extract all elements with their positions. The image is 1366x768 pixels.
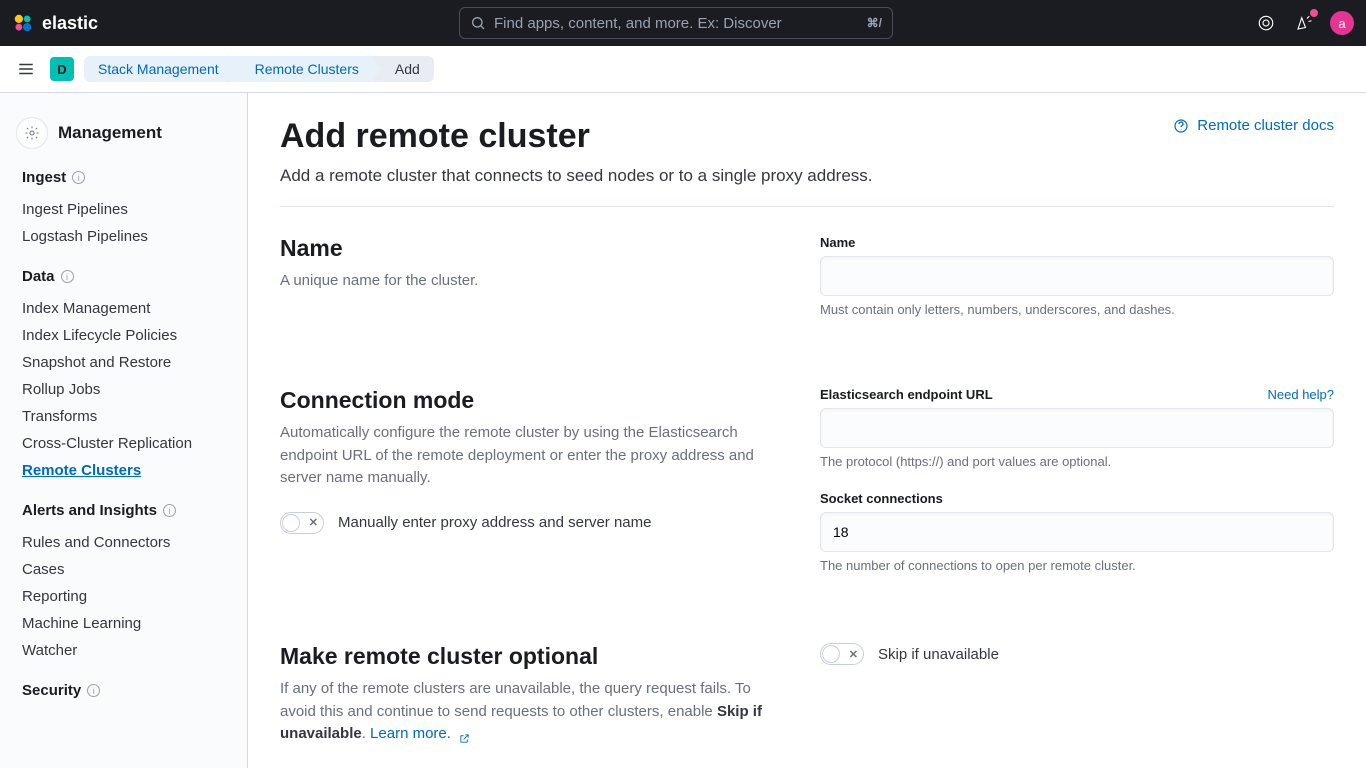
toggle-off-icon: ✕ bbox=[309, 516, 318, 529]
sub-header: D Stack Management Remote Clusters Add bbox=[0, 46, 1366, 93]
space-selector[interactable]: D bbox=[50, 57, 74, 81]
endpoint-input[interactable] bbox=[820, 408, 1334, 448]
sidebar-item[interactable]: Cross-Cluster Replication bbox=[22, 430, 231, 457]
section-name-title: Name bbox=[280, 235, 780, 262]
endpoint-label: Elasticsearch endpoint URL bbox=[820, 387, 993, 402]
gear-icon bbox=[16, 117, 48, 149]
global-header: elastic Find apps, content, and more. Ex… bbox=[0, 0, 1366, 46]
sidebar-item[interactable]: Transforms bbox=[22, 403, 231, 430]
sidebar-item[interactable]: Rollup Jobs bbox=[22, 376, 231, 403]
sidebar-item[interactable]: Logstash Pipelines bbox=[22, 223, 231, 250]
sidebar-item[interactable]: Snapshot and Restore bbox=[22, 349, 231, 376]
global-search[interactable]: Find apps, content, and more. Ex: Discov… bbox=[459, 7, 893, 39]
info-icon: i bbox=[87, 684, 100, 697]
section-optional: Make remote cluster optional If any of t… bbox=[280, 643, 1334, 746]
sidebar-group-title: Alerts and Insightsi bbox=[22, 502, 231, 519]
need-help-link[interactable]: Need help? bbox=[1268, 387, 1335, 402]
name-input[interactable] bbox=[820, 256, 1334, 296]
docs-link[interactable]: Remote cluster docs bbox=[1173, 117, 1334, 134]
brand-text: elastic bbox=[42, 13, 98, 34]
divider bbox=[280, 206, 1334, 207]
elastic-logo-icon bbox=[12, 12, 34, 34]
cheer-icon bbox=[1295, 14, 1313, 32]
help-icon bbox=[1173, 118, 1189, 134]
skip-unavailable-toggle[interactable]: ✕ bbox=[820, 643, 864, 665]
search-shortcut: ⌘/ bbox=[867, 16, 882, 30]
manual-proxy-toggle[interactable]: ✕ bbox=[280, 512, 324, 534]
manual-proxy-toggle-label: Manually enter proxy address and server … bbox=[338, 514, 652, 531]
socket-input[interactable] bbox=[820, 512, 1334, 552]
name-field-help: Must contain only letters, numbers, unde… bbox=[820, 302, 1334, 317]
breadcrumb-stack-management[interactable]: Stack Management bbox=[84, 56, 233, 82]
sidebar-group-title: Datai bbox=[22, 268, 231, 285]
section-optional-desc: If any of the remote clusters are unavai… bbox=[280, 678, 780, 746]
sidebar-item[interactable]: Index Lifecycle Policies bbox=[22, 322, 231, 349]
section-name: Name A unique name for the cluster. Name… bbox=[280, 235, 1334, 339]
search-placeholder: Find apps, content, and more. Ex: Discov… bbox=[494, 15, 859, 32]
skip-unavailable-label: Skip if unavailable bbox=[878, 646, 999, 663]
sidebar-item[interactable]: Reporting bbox=[22, 583, 231, 610]
section-connection-title: Connection mode bbox=[280, 387, 780, 414]
section-connection: Connection mode Automatically configure … bbox=[280, 387, 1334, 595]
learn-more-link[interactable]: Learn more. bbox=[370, 725, 470, 742]
info-icon: i bbox=[72, 171, 85, 184]
help-button[interactable] bbox=[1254, 11, 1278, 35]
nav-toggle[interactable] bbox=[12, 55, 40, 83]
breadcrumb-add: Add bbox=[373, 56, 434, 82]
sidebar-title: Management bbox=[58, 123, 162, 143]
section-optional-title: Make remote cluster optional bbox=[280, 643, 780, 670]
sidebar-item[interactable]: Rules and Connectors bbox=[22, 529, 231, 556]
main-content: Add remote cluster Remote cluster docs A… bbox=[248, 93, 1366, 768]
sidebar-item[interactable]: Machine Learning bbox=[22, 610, 231, 637]
socket-label: Socket connections bbox=[820, 491, 1334, 506]
sidebar-item[interactable]: Cases bbox=[22, 556, 231, 583]
breadcrumb-remote-clusters[interactable]: Remote Clusters bbox=[233, 56, 373, 82]
sidebar-item[interactable]: Watcher bbox=[22, 637, 231, 664]
menu-icon bbox=[17, 60, 35, 78]
page-description: Add a remote cluster that connects to se… bbox=[280, 166, 1334, 186]
page-title: Add remote cluster bbox=[280, 117, 590, 156]
external-link-icon bbox=[459, 729, 470, 740]
toggle-off-icon: ✕ bbox=[849, 648, 858, 661]
sidebar-group-title: Ingesti bbox=[22, 169, 231, 186]
notification-dot bbox=[1310, 9, 1318, 17]
section-connection-desc: Automatically configure the remote clust… bbox=[280, 422, 780, 490]
sidebar-item[interactable]: Remote Clusters bbox=[22, 457, 231, 484]
sidebar-header: Management bbox=[0, 109, 247, 169]
user-avatar[interactable]: a bbox=[1330, 11, 1354, 35]
logo[interactable]: elastic bbox=[12, 12, 98, 34]
newsfeed-button[interactable] bbox=[1292, 11, 1316, 35]
name-field-label: Name bbox=[820, 235, 1334, 250]
search-icon bbox=[470, 15, 486, 31]
endpoint-help: The protocol (https://) and port values … bbox=[820, 454, 1334, 469]
info-icon: i bbox=[163, 504, 176, 517]
section-name-desc: A unique name for the cluster. bbox=[280, 270, 780, 293]
breadcrumbs: Stack Management Remote Clusters Add bbox=[84, 56, 434, 82]
sidebar-item[interactable]: Ingest Pipelines bbox=[22, 196, 231, 223]
info-icon: i bbox=[61, 270, 74, 283]
sidebar-item[interactable]: Index Management bbox=[22, 295, 231, 322]
sidebar-group-title: Securityi bbox=[22, 682, 231, 699]
lifebuoy-icon bbox=[1257, 14, 1275, 32]
socket-help: The number of connections to open per re… bbox=[820, 558, 1334, 573]
sidebar: Management Ingesti Ingest PipelinesLogsta… bbox=[0, 93, 248, 768]
